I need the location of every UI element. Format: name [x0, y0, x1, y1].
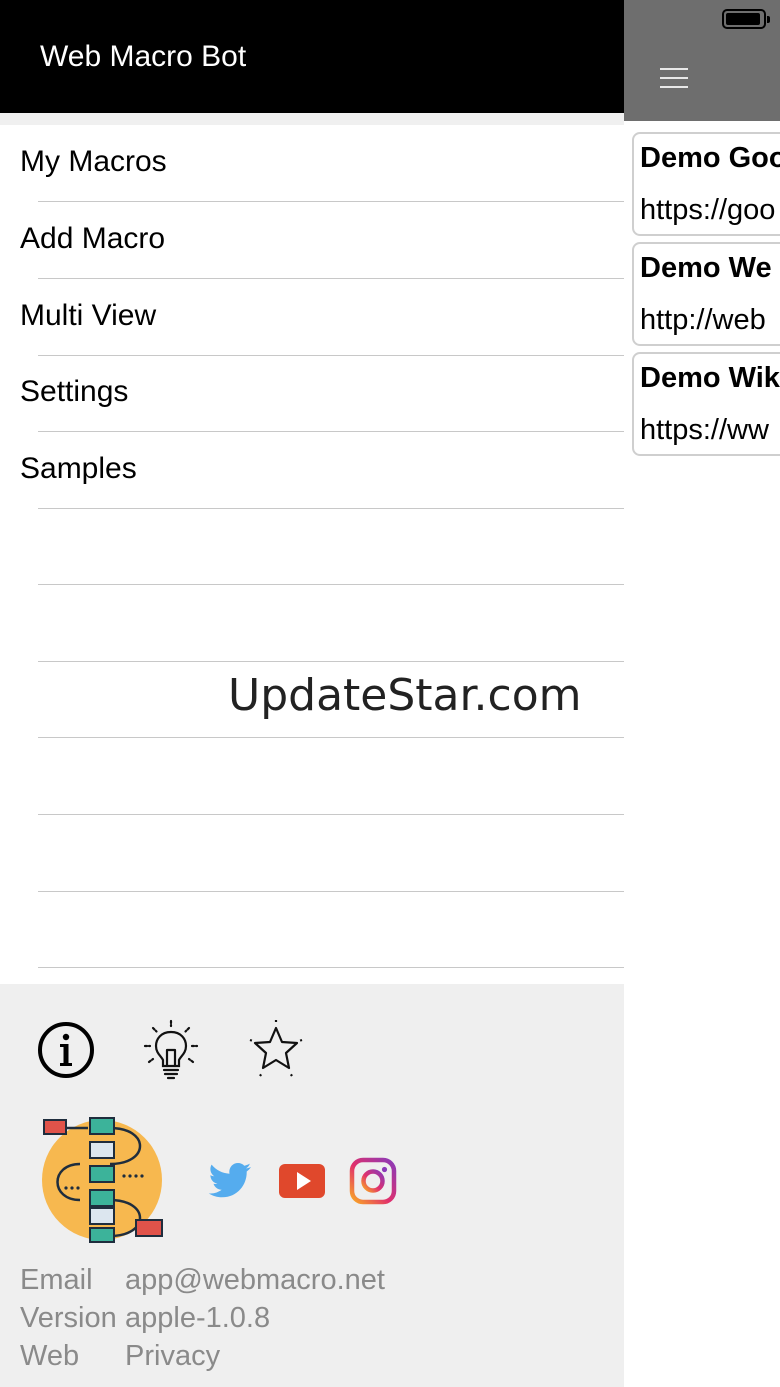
menu-item-label: Multi View [20, 299, 157, 332]
divider [38, 967, 624, 968]
menu-item-my-macros[interactable]: My Macros [0, 125, 624, 202]
version-value: apple-1.0.8 [125, 1302, 271, 1334]
email-label: Email [20, 1264, 93, 1296]
email-link[interactable]: app@webmacro.net [125, 1264, 385, 1297]
side-drawer: Web Macro Bot My Macros Add Macro Multi … [0, 0, 624, 1387]
macro-url: https://ww [640, 414, 769, 446]
main-header [624, 0, 780, 121]
macro-url: https://goo [640, 194, 776, 226]
menu-item-samples[interactable]: Samples [0, 432, 624, 509]
menu-item-multi-view[interactable]: Multi View [0, 279, 624, 356]
version-label: Version [20, 1302, 116, 1334]
empty-menu-row [0, 585, 624, 662]
empty-menu-row [0, 891, 624, 968]
empty-menu-row [0, 738, 624, 815]
empty-menu-row [0, 815, 624, 892]
header-divider [0, 113, 624, 125]
menu-item-label: My Macros [20, 145, 167, 178]
macro-url: http://web [640, 304, 766, 336]
main-panel: Demo Goo https://goo Demo We http://web … [624, 0, 780, 1387]
menu-item-label: Samples [20, 452, 137, 485]
lightbulb-icon[interactable] [139, 1018, 203, 1082]
macro-name: Demo Wik [640, 362, 780, 394]
watermark: UpdateStar.com [228, 670, 582, 721]
info-icon[interactable] [34, 1018, 98, 1082]
macro-name: Demo We [640, 252, 772, 284]
macro-name: Demo Goo [640, 142, 780, 174]
menu-item-label: Settings [20, 375, 129, 408]
app-logo [42, 1117, 163, 1243]
instagram-icon[interactable] [348, 1156, 398, 1206]
drawer-header: Web Macro Bot [0, 0, 624, 113]
web-label: Web [20, 1340, 80, 1372]
menu-item-label: Add Macro [20, 222, 166, 255]
macro-card[interactable]: Demo Goo https://goo [632, 132, 780, 236]
app-title: Web Macro Bot [40, 40, 247, 73]
privacy-link[interactable]: Privacy [125, 1340, 220, 1373]
empty-menu-row [0, 508, 624, 585]
battery-icon [722, 9, 770, 29]
macro-card[interactable]: Demo Wik https://ww [632, 352, 780, 456]
menu-item-add-macro[interactable]: Add Macro [0, 202, 624, 279]
youtube-icon[interactable] [277, 1156, 327, 1206]
hamburger-menu-button[interactable] [660, 66, 688, 90]
menu-item-settings[interactable]: Settings [0, 355, 624, 432]
macro-card[interactable]: Demo We http://web [632, 242, 780, 346]
drawer-footer: Email app@webmacro.net Version apple-1.0… [0, 984, 624, 1387]
twitter-icon[interactable] [205, 1156, 255, 1206]
star-icon[interactable] [244, 1018, 308, 1082]
